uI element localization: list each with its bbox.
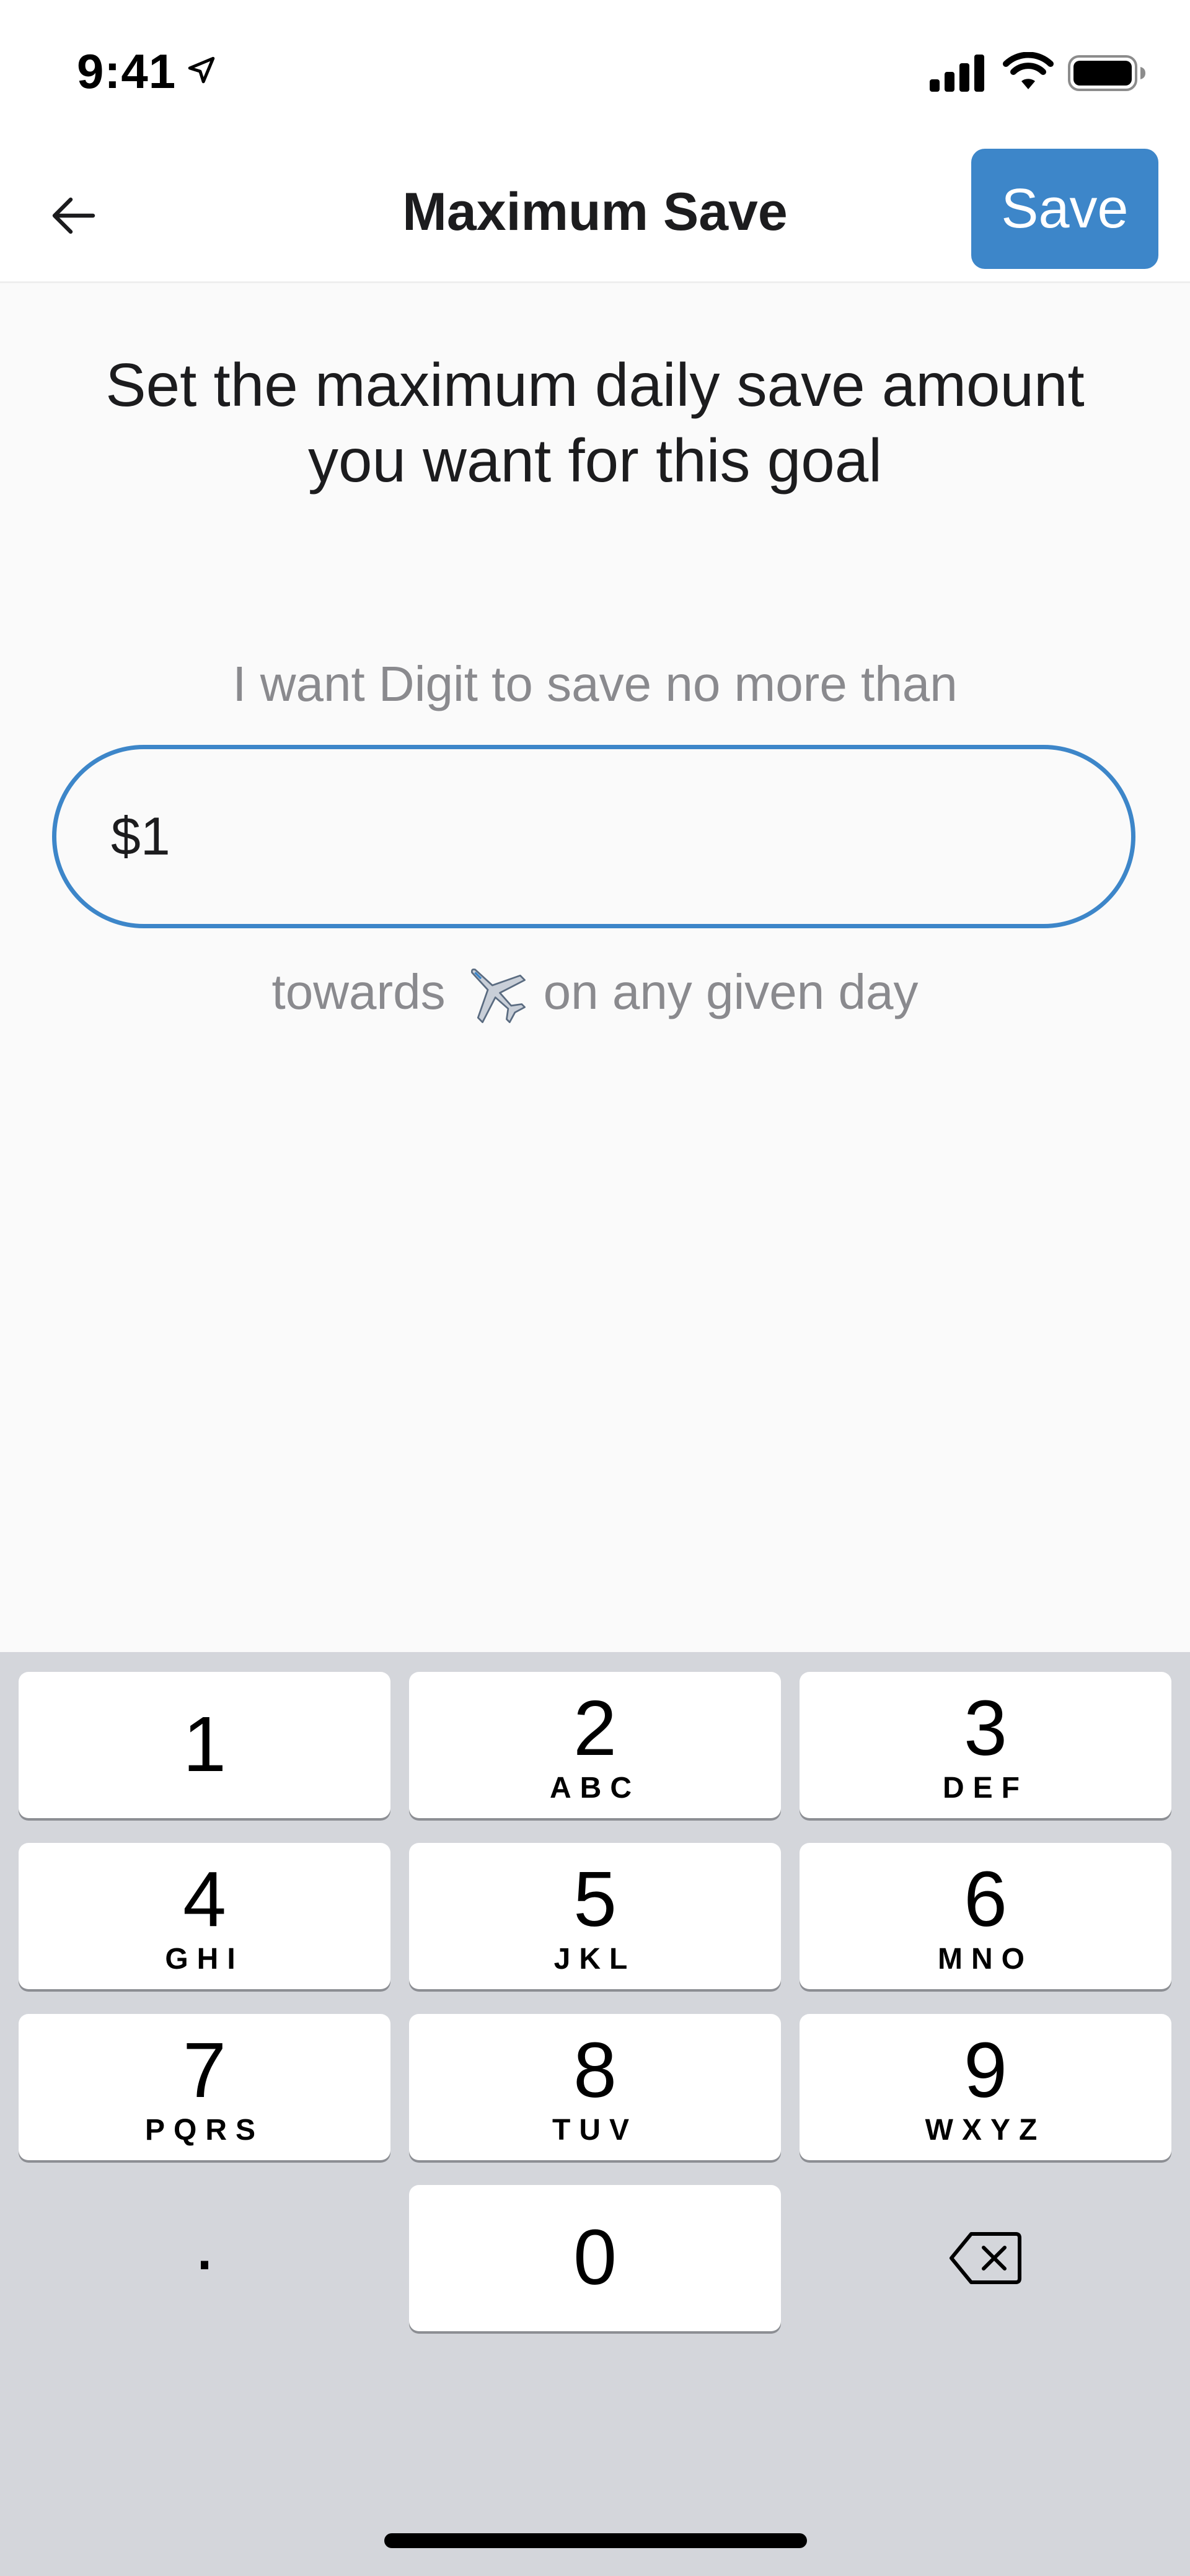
key-letters: WXYZ — [925, 2114, 1046, 2147]
key-letters: DEF — [943, 1772, 1028, 1805]
key-letters: GHI — [165, 1943, 244, 1976]
prompt-text: I want Digit to save no more than — [232, 656, 958, 711]
backspace-icon — [950, 2232, 1021, 2284]
status-time: 9:41 — [77, 44, 177, 99]
key-8[interactable]: 8 TUV — [409, 2014, 781, 2160]
status-bar: 9:41 — [0, 0, 1190, 143]
key-digit: 9 — [963, 2026, 1008, 2114]
airplane-icon — [470, 968, 526, 1023]
key-2[interactable]: 2 ABC — [409, 1672, 781, 1818]
back-button[interactable] — [37, 180, 109, 252]
key-decimal[interactable]: . — [19, 2185, 390, 2331]
key-digit: 7 — [182, 2026, 227, 2114]
key-letters: MNO — [938, 1943, 1033, 1976]
key-digit: 3 — [963, 1684, 1008, 1772]
delete-key[interactable] — [800, 2185, 1171, 2331]
location-arrow-icon — [188, 56, 215, 84]
wifi-icon — [1003, 52, 1054, 89]
cellular-signal-icon — [930, 55, 984, 92]
key-letters: ABC — [550, 1772, 640, 1805]
home-indicator — [384, 2533, 807, 2548]
headline: Set the maximum daily save amount you wa… — [0, 347, 1190, 498]
suffix-before: towards — [271, 964, 446, 1019]
headline-line-1: Set the maximum daily save amount — [105, 351, 1085, 419]
key-6[interactable]: 6 MNO — [800, 1843, 1171, 1989]
amount-input[interactable] — [52, 745, 1135, 928]
key-digit: 6 — [963, 1855, 1008, 1943]
key-5[interactable]: 5 JKL — [409, 1843, 781, 1989]
arrow-left-icon — [52, 197, 95, 234]
key-9[interactable]: 9 WXYZ — [800, 2014, 1171, 2160]
key-digit: 0 — [573, 2213, 617, 2301]
key-3[interactable]: 3 DEF — [800, 1672, 1171, 1818]
save-button[interactable]: Save — [971, 149, 1158, 269]
key-decimal-label: . — [193, 2199, 216, 2286]
key-letters: TUV — [552, 2114, 638, 2147]
key-digit: 4 — [182, 1855, 227, 1943]
key-7[interactable]: 7 PQRS — [19, 2014, 390, 2160]
goal-suffix: towards on any given day — [0, 958, 1190, 1026]
key-0[interactable]: 0 — [409, 2185, 781, 2331]
headline-line-2: you want for this goal — [307, 426, 883, 495]
key-letters: PQRS — [144, 2114, 265, 2147]
nav-bar: Maximum Save Save — [0, 143, 1190, 283]
key-1[interactable]: 1 — [19, 1672, 390, 1818]
key-letters: JKL — [553, 1943, 637, 1976]
suffix-after: on any given day — [543, 964, 919, 1019]
key-digit: 1 — [182, 1700, 227, 1788]
key-digit: 8 — [573, 2026, 617, 2114]
battery-icon — [1068, 55, 1145, 91]
key-digit: 2 — [573, 1684, 617, 1772]
key-4[interactable]: 4 GHI — [19, 1843, 390, 1989]
key-digit: 5 — [573, 1855, 617, 1943]
